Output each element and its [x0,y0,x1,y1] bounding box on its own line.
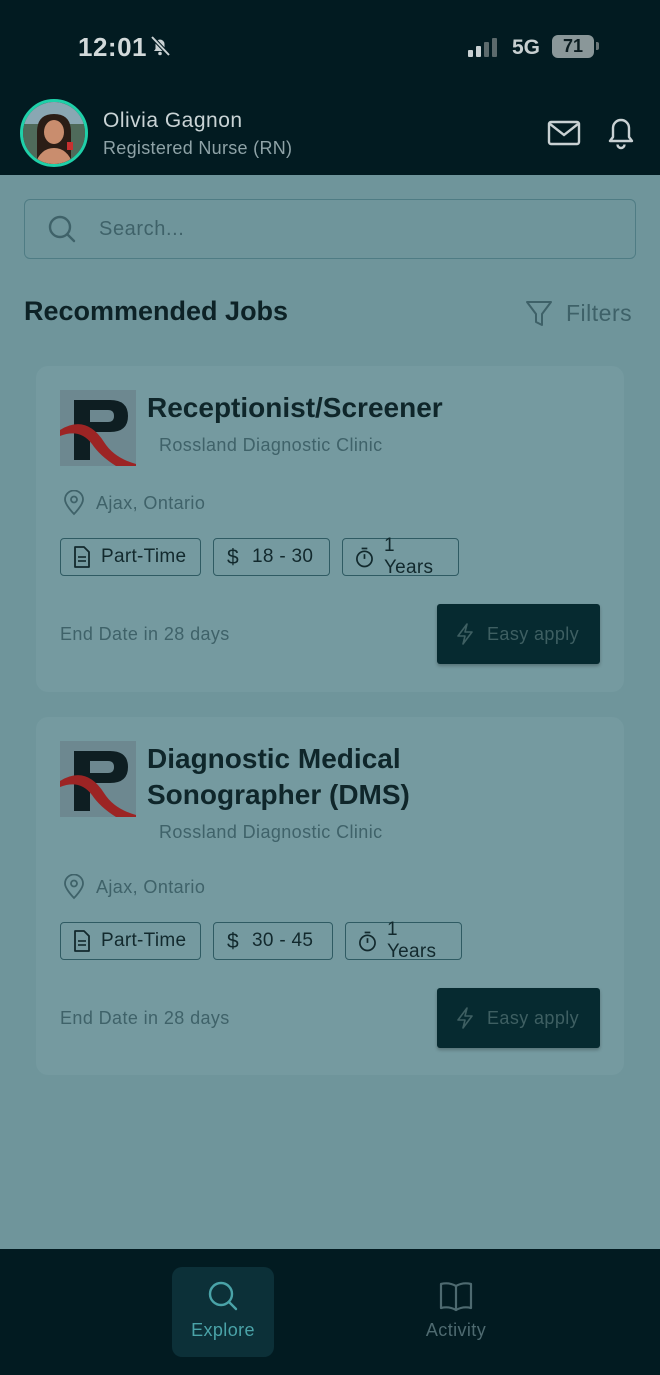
location-text: Ajax, Ontario [96,492,206,513]
network-type: 5G [512,36,541,59]
battery-indicator: 71 [552,35,594,58]
job-type-tag: Part-Time [60,922,201,960]
experience-tag: 1 Years [342,535,459,578]
mail-icon[interactable] [546,117,582,149]
stopwatch-icon [359,931,376,952]
document-icon [74,930,90,952]
end-date: End Date in 28 days [60,1008,230,1028]
bell-muted-icon [150,35,171,57]
job-type-text: Part-Time [101,546,187,567]
bell-icon[interactable] [605,113,637,151]
status-time: 12:01 [78,32,147,62]
job-title: Diagnostic Medical Sonographer (DMS) [147,741,410,813]
job-card[interactable]: Receptionist/Screener Rossland Diagnosti… [36,366,624,692]
top-bar: 12:01 5G 71 Olivia Gagnon Registered Nur… [0,0,660,175]
experience-text: 1 Years [383,535,434,578]
job-location: Ajax, Ontario [62,490,205,516]
nav-item-activity[interactable]: Activity [405,1267,507,1357]
avatar-photo [23,102,85,164]
battery-cap [596,42,599,50]
job-type-tag: Part-Time [60,538,201,576]
lightning-icon [457,623,473,645]
end-date: End Date in 28 days [60,624,230,644]
easy-apply-button[interactable]: Easy apply [437,988,600,1048]
section-title: Recommended Jobs [24,296,289,326]
stopwatch-icon [356,547,373,568]
signal-icon [468,38,497,57]
job-card[interactable]: Diagnostic Medical Sonographer (DMS) Ros… [36,717,624,1075]
nav-item-explore[interactable]: Explore [172,1267,274,1357]
pay-text: 30 - 45 [252,930,314,951]
easy-apply-button[interactable]: Easy apply [437,604,600,664]
dollar-icon: $ [227,930,239,953]
search-bar[interactable] [24,199,636,259]
pay-tag: $ 18 - 30 [213,538,330,576]
nav-label-activity: Activity [425,1320,487,1340]
filter-icon [526,301,552,326]
bottom-nav: Explore Activity [0,1249,660,1375]
experience-tag: 1 Years [345,919,462,962]
svg-text:$: $ [227,546,239,569]
clinic-logo-icon [60,390,136,466]
dollar-icon: $ [227,546,239,569]
easy-apply-label: Easy apply [487,1007,580,1028]
user-name: Olivia Gagnon [103,109,243,132]
job-type-text: Part-Time [101,930,187,951]
search-icon [208,1281,238,1311]
job-title-line: Diagnostic Medical [147,743,401,774]
job-location: Ajax, Ontario [62,874,205,900]
avatar[interactable] [20,99,88,167]
document-icon [74,546,90,568]
filters-label: Filters [566,299,633,326]
clinic-logo-icon [60,741,136,817]
clinic-name: Rossland Diagnostic Clinic [159,435,383,455]
location-text: Ajax, Ontario [96,876,206,897]
filters-button[interactable]: Filters [524,298,632,328]
location-pin-icon [64,874,84,900]
user-role: Registered Nurse (RN) [103,138,293,158]
lightning-icon [457,1007,473,1029]
pay-text: 18 - 30 [252,546,314,567]
job-tags: Part-Time $ 18 - 30 1 Years [60,535,459,578]
clinic-name: Rossland Diagnostic Clinic [159,822,383,842]
job-title-line: Sonographer (DMS) [147,779,410,810]
job-tags: Part-Time $ 30 - 45 1 Years [60,919,462,962]
experience-text: 1 Years [386,919,437,962]
nav-label-explore: Explore [191,1320,255,1340]
job-title: Receptionist/Screener [147,392,443,423]
search-input[interactable] [99,217,579,241]
search-icon [48,215,76,243]
easy-apply-label: Easy apply [487,623,580,644]
svg-text:$: $ [227,930,239,953]
location-pin-icon [64,490,84,516]
book-icon [439,1282,473,1312]
pay-tag: $ 30 - 45 [213,922,333,960]
